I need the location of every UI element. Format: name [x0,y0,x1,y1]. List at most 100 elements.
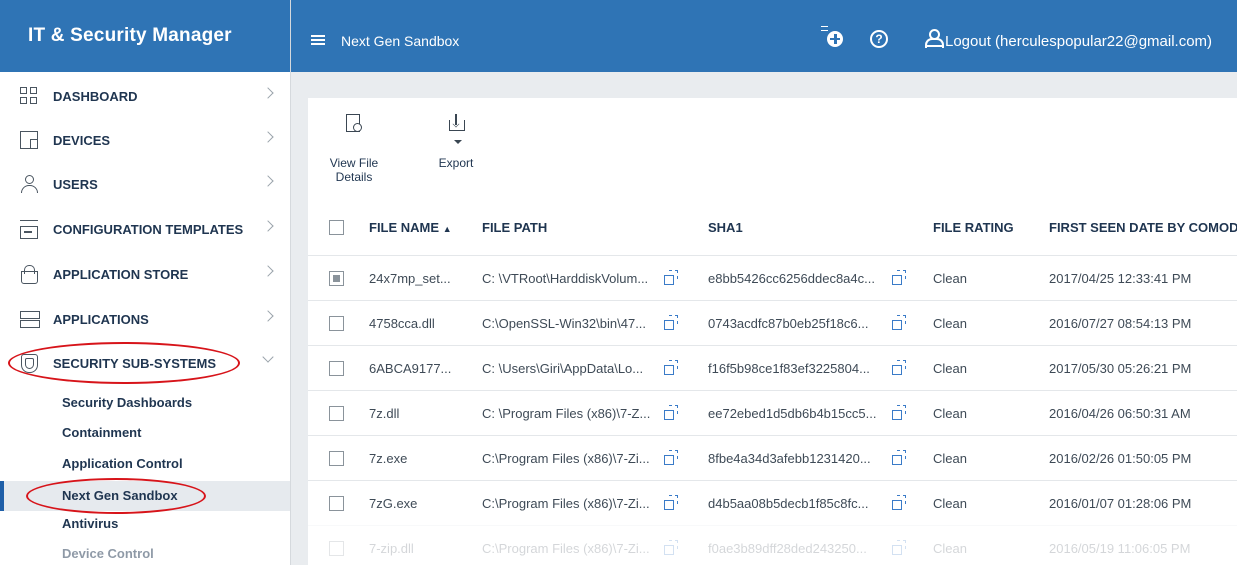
sidebar-subitem-application-control[interactable]: Application Control [62,456,183,471]
sidebar-item-dashboard[interactable]: DASHBOARD [0,74,290,118]
page-title: Next Gen Sandbox [341,33,460,49]
table-row[interactable]: 7-zip.dll C:\Program Files (x86)\7-Zi...… [308,525,1237,565]
file-name-cell: 7z.exe [369,451,408,466]
row-checkbox[interactable] [329,361,344,376]
table-row[interactable]: 7z.exe C:\Program Files (x86)\7-Zi... 8f… [308,435,1237,480]
sidebar: IT & Security Manager DASHBOARD DEVICES … [0,0,291,565]
file-name-cell: 4758cca.dll [369,316,435,331]
copy-icon[interactable] [892,270,906,285]
column-header-first-seen-date[interactable]: FIRST SEEN DATE BY COMODO [1049,220,1237,235]
file-name-cell: 7zG.exe [369,496,418,511]
copy-icon[interactable] [892,450,906,465]
chevron-right-icon [262,220,274,232]
sidebar-item-users[interactable]: USERS [0,162,290,206]
user-icon[interactable] [925,29,944,48]
row-checkbox[interactable] [329,496,344,511]
configuration-templates-icon [20,220,38,239]
table-row[interactable]: 7z.dll C: \Program Files (x86)\7-Z... ee… [308,390,1237,435]
copy-icon[interactable] [664,495,678,510]
hamburger-menu-icon[interactable] [311,35,325,45]
view-file-details-label: View File Details [329,156,379,184]
copy-icon[interactable] [892,405,906,420]
sha1-cell: d4b5aa08b5decb1f85c8fc... [708,496,869,511]
file-rating-cell: Clean [933,451,967,466]
copy-icon[interactable] [892,495,906,510]
file-name-cell: 7z.dll [369,406,400,421]
file-search-icon [345,114,363,136]
logout-link[interactable]: Logout (herculespopular22@gmail.com) [945,33,1212,50]
select-all-checkbox[interactable] [329,220,344,235]
column-header-file-path[interactable]: FILE PATH [482,220,547,235]
file-rating-cell: Clean [933,271,967,286]
add-notification-icon[interactable] [821,26,843,47]
row-checkbox[interactable] [329,451,344,466]
devices-icon [20,131,38,149]
sidebar-item-label: APPLICATION STORE [53,266,189,282]
file-rating-cell: Clean [933,361,967,376]
file-path-cell: C: \VTRoot\HarddiskVolum... [482,271,649,286]
sidebar-subitem-antivirus[interactable]: Antivirus [62,516,118,531]
copy-icon[interactable] [892,540,906,555]
content-panel: View File Details Export FILE NAME ▲ FIL… [308,98,1237,565]
file-path-cell: C:\OpenSSL-Win32\bin\47... [482,316,647,331]
copy-icon[interactable] [664,360,678,375]
copy-icon[interactable] [892,315,906,330]
copy-icon[interactable] [664,405,678,420]
copy-icon[interactable] [664,270,678,285]
file-name-cell: 6ABCA9177... [369,361,452,376]
file-name-cell: 24x7mp_set... [369,271,451,286]
sha1-cell: 8fbe4a34d3afebb1231420... [708,451,871,466]
table-row[interactable]: 7zG.exe C:\Program Files (x86)\7-Zi... d… [308,480,1237,525]
sidebar-item-label: DEVICES [53,132,111,148]
sha1-cell: f0ae3b89dff28ded243250... [708,541,867,556]
sidebar-item-configuration-templates[interactable]: CONFIGURATION TEMPLATES [0,207,290,251]
row-checkbox[interactable] [329,541,344,556]
chevron-right-icon [262,87,274,99]
column-header-file-name[interactable]: FILE NAME ▲ [369,220,452,235]
sha1-cell: f16f5b98ce1f83ef3225804... [708,361,870,376]
table-row[interactable]: 4758cca.dll C:\OpenSSL-Win32\bin\47... 0… [308,300,1237,345]
sidebar-subitem-containment[interactable]: Containment [62,425,141,440]
export-icon [447,114,465,144]
sidebar-item-label: CONFIGURATION TEMPLATES [53,221,244,237]
row-checkbox[interactable] [329,271,344,286]
users-icon [20,175,38,193]
row-checkbox[interactable] [329,316,344,331]
view-file-details-button[interactable]: View File Details [318,114,390,184]
file-path-cell: C: \Program Files (x86)\7-Z... [482,406,651,421]
sha1-cell: 0743acdfc87b0eb25f18c6... [708,316,869,331]
sort-ascending-icon: ▲ [442,224,452,234]
copy-icon[interactable] [664,540,678,555]
caret-down-icon [454,140,462,144]
sidebar-item-applications[interactable]: APPLICATIONS [0,297,290,341]
sidebar-item-label: APPLICATIONS [53,311,149,327]
first-seen-cell: 2017/04/25 12:33:41 PM [1049,271,1192,286]
column-header-sha1[interactable]: SHA1 [708,220,743,235]
help-icon[interactable]: ? [870,30,888,48]
sidebar-subitem-security-dashboards[interactable]: Security Dashboards [62,395,192,410]
chevron-down-icon [262,351,274,363]
copy-icon[interactable] [664,450,678,465]
first-seen-cell: 2017/05/30 05:26:21 PM [1049,361,1192,376]
file-path-cell: C:\Program Files (x86)\7-Zi... [482,496,650,511]
sidebar-item-label: USERS [53,176,98,192]
app-brand: IT & Security Manager [0,0,290,72]
sha1-cell: ee72ebed1d5db6b4b15cc5... [708,406,877,421]
file-rating-cell: Clean [933,496,967,511]
column-header-file-rating[interactable]: FILE RATING [933,220,1014,235]
sidebar-item-security-sub-systems[interactable]: SECURITY SUB-SYSTEMS [0,341,290,385]
sidebar-item-application-store[interactable]: APPLICATION STORE [0,252,290,296]
export-label: Export [438,156,474,170]
table-row[interactable]: 6ABCA9177... C: \Users\Giri\AppData\Lo..… [308,345,1237,390]
sidebar-subitem-device-control[interactable]: Device Control [62,546,154,561]
export-button[interactable]: Export [436,114,476,170]
row-checkbox[interactable] [329,406,344,421]
first-seen-cell: 2016/02/26 01:50:05 PM [1049,451,1192,466]
sidebar-subitem-next-gen-sandbox[interactable]: Next Gen Sandbox [62,488,178,503]
table-row[interactable]: 24x7mp_set... C: \VTRoot\HarddiskVolum..… [308,255,1237,300]
chevron-right-icon [262,175,274,187]
sidebar-item-devices[interactable]: DEVICES [0,118,290,162]
sha1-cell: e8bb5426cc6256ddec8a4c... [708,271,875,286]
copy-icon[interactable] [892,360,906,375]
copy-icon[interactable] [664,315,678,330]
